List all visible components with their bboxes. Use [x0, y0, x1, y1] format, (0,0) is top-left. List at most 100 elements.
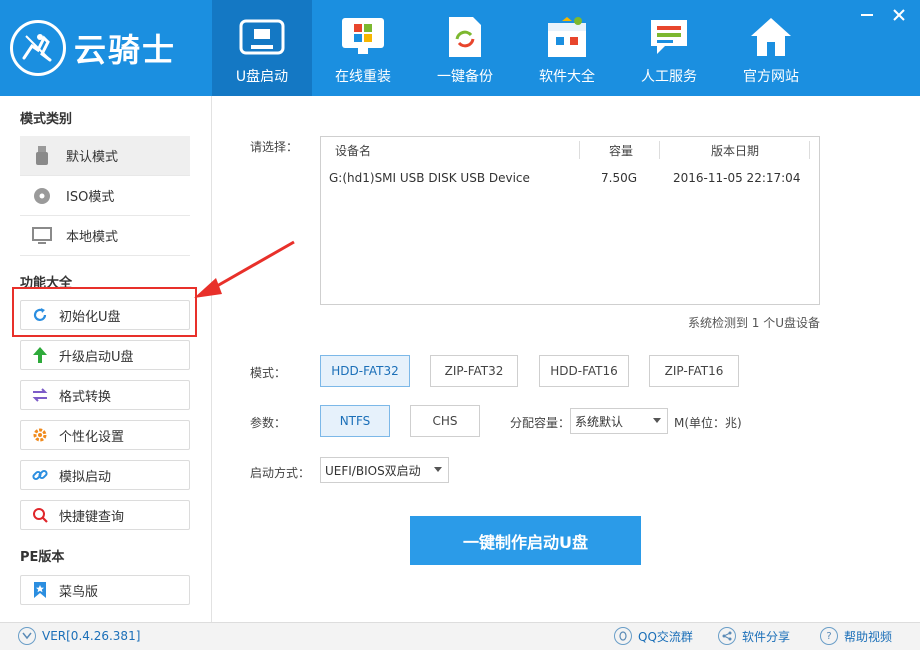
alloc-label: 分配容量： [510, 416, 571, 430]
make-boot-usb-button[interactable]: 一键制作启动U盘 [410, 516, 641, 565]
column-header-device: 设备名 [335, 143, 372, 158]
top-nav: U盘启动 在线重装 一键备份 软件大全 人工服务 官方网站 [212, 0, 822, 96]
version-check-icon [18, 627, 36, 645]
highlight-box [12, 287, 197, 337]
search-icon [31, 506, 49, 524]
column-divider [579, 141, 580, 159]
chevron-down-icon [434, 467, 442, 472]
backup-doc-icon [442, 14, 488, 60]
knight-icon [10, 20, 66, 76]
version-info[interactable]: VER[0.4.26.381] [18, 627, 140, 645]
sidebar-item-label: 快捷键查询 [59, 509, 125, 525]
app-logo: 云骑士 [0, 0, 212, 96]
alloc-value: 系统默认 [575, 414, 624, 429]
help-icon: ? [820, 627, 838, 645]
help-video-link[interactable]: ? 帮助视频 [820, 627, 892, 645]
param-chs-button[interactable]: CHS [410, 405, 480, 437]
param-label: 参数： [250, 416, 287, 430]
mode-hdd-fat32-button[interactable]: HDD-FAT32 [320, 355, 410, 387]
sidebar-item-label: ISO模式 [66, 190, 115, 205]
tab-label: 软件大全 [539, 69, 595, 85]
tab-label: U盘启动 [235, 69, 289, 85]
share-link[interactable]: 软件分享 [718, 627, 790, 645]
qq-label: QQ交流群 [638, 629, 693, 644]
mode-zip-fat32-button[interactable]: ZIP-FAT32 [430, 355, 518, 387]
sidebar-item-label: 升级启动U盘 [59, 349, 134, 365]
sidebar-item-iso-mode[interactable]: ISO模式 [20, 176, 190, 216]
link-icon [31, 466, 49, 484]
chat-icon [646, 14, 692, 60]
tab-online-reinstall[interactable]: 在线重装 [312, 0, 414, 96]
qq-group-link[interactable]: QQ交流群 [614, 627, 693, 645]
tab-service[interactable]: 人工服务 [618, 0, 720, 96]
share-icon [718, 627, 736, 645]
bookmark-icon [31, 581, 49, 599]
sidebar-item-label: 个性化设置 [59, 429, 125, 445]
sidebar-item-local-mode[interactable]: 本地模式 [20, 216, 190, 256]
sidebar: 模式类别 默认模式 ISO模式 本地模式 功能大全 初始化U盘 升级启动U盘 格… [0, 96, 212, 622]
sidebar-item-label: 菜鸟版 [59, 584, 99, 600]
sidebar-item-label: 本地模式 [66, 230, 119, 245]
tab-label: 在线重装 [335, 69, 391, 85]
home-icon [748, 14, 794, 60]
monitor-icon [32, 226, 52, 246]
usb-drive-icon [239, 16, 285, 62]
sidebar-item-pe-novice[interactable]: 菜鸟版 [20, 575, 190, 605]
param-ntfs-button[interactable]: NTFS [320, 405, 390, 437]
tab-software[interactable]: 软件大全 [516, 0, 618, 96]
sidebar-item-hotkey-query[interactable]: 快捷键查询 [20, 500, 190, 530]
mode-zip-fat16-button[interactable]: ZIP-FAT16 [649, 355, 739, 387]
mode-label: 模式： [250, 366, 287, 380]
select-label: 请选择： [250, 140, 299, 154]
alloc-select[interactable]: 系统默认 [570, 408, 668, 434]
sidebar-item-label: 格式转换 [59, 389, 112, 405]
qq-icon [614, 627, 632, 645]
tab-label: 一键备份 [437, 69, 493, 85]
tab-usb-boot[interactable]: U盘启动 [212, 0, 312, 96]
arrow-up-icon [31, 346, 49, 364]
boot-mode-value: UEFI/BIOS双启动 [325, 463, 421, 478]
tab-backup[interactable]: 一键备份 [414, 0, 516, 96]
table-cell-device[interactable]: G:(hd1)SMI USB DISK USB Device [329, 171, 530, 185]
column-divider [659, 141, 660, 159]
mode-section-title: 模式类别 [20, 112, 73, 127]
header-bar: 云骑士 U盘启动 在线重装 一键备份 软件大全 人工服务 官方网站 [0, 0, 920, 96]
pe-section-title: PE版本 [20, 550, 65, 565]
disc-icon [32, 186, 52, 206]
table-cell-date[interactable]: 2016-11-05 22:17:04 [673, 171, 800, 185]
app-name: 云骑士 [74, 31, 177, 69]
column-header-capacity: 容量 [609, 143, 634, 158]
sidebar-item-upgrade-usb[interactable]: 升级启动U盘 [20, 340, 190, 370]
alloc-unit: M(单位：兆) [674, 416, 742, 430]
mode-hdd-fat16-button[interactable]: HDD-FAT16 [539, 355, 629, 387]
minimize-icon[interactable] [858, 6, 876, 24]
sidebar-item-format-convert[interactable]: 格式转换 [20, 380, 190, 410]
footer-bar: VER[0.4.26.381] QQ交流群 软件分享 ? 帮助视频 [0, 622, 920, 650]
close-icon[interactable] [890, 6, 908, 24]
boot-mode-select[interactable]: UEFI/BIOS双启动 [320, 457, 449, 483]
window-controls [858, 6, 908, 24]
gear-icon [31, 426, 49, 444]
windows-monitor-icon [340, 14, 386, 60]
swap-icon [31, 386, 49, 404]
share-label: 软件分享 [742, 629, 791, 644]
column-divider [809, 141, 810, 159]
software-box-icon [544, 14, 590, 60]
main-panel: 请选择： 设备名 容量 版本日期 G:(hd1)SMI USB DISK USB… [212, 96, 920, 622]
column-header-date: 版本日期 [711, 143, 760, 158]
tab-label: 官方网站 [743, 69, 799, 85]
tab-label: 人工服务 [641, 69, 697, 85]
sidebar-item-simulate-boot[interactable]: 模拟启动 [20, 460, 190, 490]
sidebar-item-personalize[interactable]: 个性化设置 [20, 420, 190, 450]
version-text: VER[0.4.26.381] [42, 629, 141, 643]
help-label: 帮助视频 [844, 629, 893, 644]
tab-official-site[interactable]: 官方网站 [720, 0, 822, 96]
usb-icon [32, 145, 52, 166]
detect-status: 系统检测到 1 个U盘设备 [687, 316, 820, 330]
table-cell-capacity[interactable]: 7.50G [601, 171, 637, 185]
device-table[interactable]: 设备名 容量 版本日期 G:(hd1)SMI USB DISK USB Devi… [320, 136, 820, 305]
sidebar-item-default-mode[interactable]: 默认模式 [20, 136, 190, 176]
sidebar-item-label: 模拟启动 [59, 469, 112, 485]
sidebar-item-label: 默认模式 [66, 150, 119, 165]
chevron-down-icon [653, 418, 661, 423]
